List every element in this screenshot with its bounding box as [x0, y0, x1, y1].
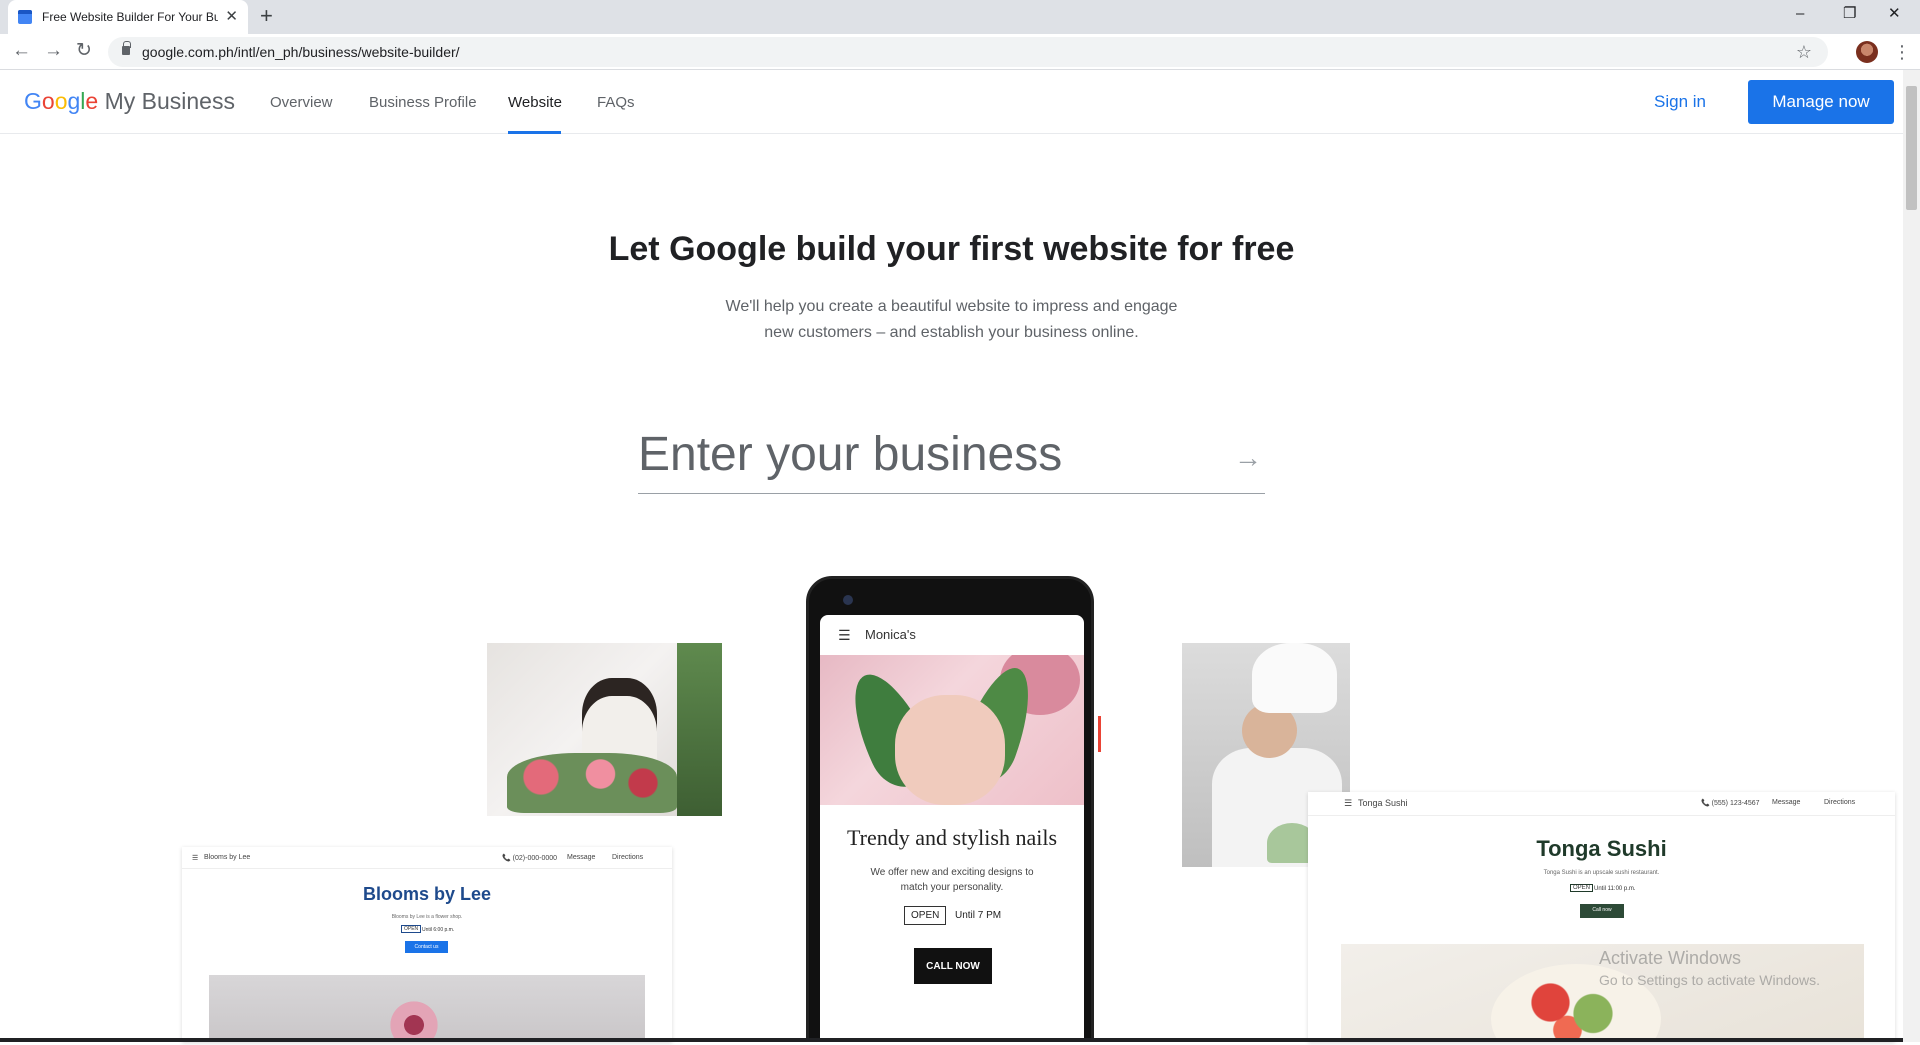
bookmark-star-icon[interactable]: ☆: [1796, 41, 1812, 63]
blooms-hours: Until 6:00 p.m.: [422, 927, 455, 933]
activate-windows-subtext: Go to Settings to activate Windows.: [1599, 972, 1820, 988]
nav-overview[interactable]: Overview: [270, 94, 333, 111]
mini-message: Message: [567, 854, 596, 861]
submit-arrow-icon[interactable]: →: [1234, 440, 1262, 476]
logo-letter: o: [41, 88, 55, 114]
phone-business-name: Monica's: [865, 627, 916, 642]
blooms-contact-button: Contact us: [405, 941, 448, 953]
logo-text: My Business: [104, 88, 235, 114]
tonga-call-button: Call now: [1580, 904, 1624, 918]
blooms-title: Blooms by Lee: [362, 884, 492, 904]
phone-camera: [843, 595, 853, 605]
phone-description: We offer new and exciting designs to mat…: [870, 867, 1034, 893]
tonga-description: Tonga Sushi is an upscale sushi restaura…: [1543, 870, 1660, 876]
phone-mockup: ☰ Monica's Trendy and stylish nails We o…: [806, 576, 1094, 1045]
mini-directions: Directions: [612, 854, 644, 861]
manage-now-button[interactable]: Manage now: [1748, 80, 1894, 124]
url-text[interactable]: google.com.ph/intl/en_ph/business/websit…: [142, 44, 460, 60]
sign-in-link[interactable]: Sign in: [1654, 92, 1706, 112]
phone-open-badge: OPEN: [904, 906, 947, 925]
address-bar[interactable]: google.com.ph/intl/en_ph/business/websit…: [108, 37, 1828, 67]
mini-directions: Directions: [1824, 799, 1856, 806]
tonga-sushi-website-preview: ☰ Tonga Sushi 📞 (555) 123-4567 Message D…: [1308, 792, 1895, 1042]
mini-site-nav: ☰ Blooms by Lee 📞 (02)-000-0000 Message …: [182, 847, 672, 869]
phone-call-now-button: CALL NOW: [914, 948, 992, 984]
blooms-flower-photo: [209, 975, 645, 1042]
mini-message: Message: [1772, 799, 1801, 806]
logo-letter: g: [67, 88, 81, 114]
phone-site-bar: ☰ Monica's: [820, 615, 1084, 655]
minimize-button[interactable]: –: [1796, 4, 1804, 24]
scrollbar-track[interactable]: [1903, 70, 1920, 1042]
phone-headline: Trendy and stylish nails: [846, 825, 1058, 850]
blooms-by-lee-website-preview: ☰ Blooms by Lee 📞 (02)-000-0000 Message …: [182, 847, 672, 1042]
mini-site-name: Tonga Sushi: [1358, 798, 1408, 808]
logo-letter: o: [54, 88, 68, 114]
site-header: Google My Business Overview Business Pro…: [0, 70, 1903, 134]
logo-letter: G: [24, 88, 42, 114]
mini-phone: 📞 (555) 123-4567: [1701, 800, 1760, 807]
tonga-open-badge: OPEN: [1570, 884, 1594, 892]
viewport-bottom-edge: [0, 1038, 1903, 1042]
hamburger-menu-icon: ☰: [838, 627, 851, 643]
hero-subtitle-line: new customers – and establish your busin…: [764, 324, 1139, 341]
mini-phone: 📞 (02)-000-0000: [502, 855, 558, 862]
scrollbar-thumb[interactable]: [1906, 86, 1917, 210]
tab-title: Free Website Builder For Your Bu: [42, 10, 218, 24]
reload-icon[interactable]: ↻: [76, 39, 92, 63]
profile-avatar[interactable]: [1856, 41, 1878, 63]
tonga-title: Tonga Sushi: [1536, 836, 1667, 861]
tonga-hours: Until 11:00 p.m.: [1594, 886, 1636, 892]
mini-menu-icon: ☰: [1344, 798, 1353, 808]
browser-tab[interactable]: Free Website Builder For Your Bu ✕: [8, 0, 248, 34]
active-tab-indicator: [508, 131, 561, 134]
activate-windows-watermark: Activate Windows: [1599, 948, 1742, 968]
nav-business-profile[interactable]: Business Profile: [369, 94, 477, 111]
tab-close-icon[interactable]: ✕: [225, 9, 238, 25]
hero-subtitle-line: We'll help you create a beautiful websit…: [725, 298, 1178, 315]
mini-site-nav: ☰ Tonga Sushi 📞 (555) 123-4567 Message D…: [1308, 792, 1895, 816]
browser-toolbar: ← → ↻ google.com.ph/intl/en_ph/business/…: [0, 34, 1920, 70]
blooms-description: Blooms by Lee is a flower shop.: [391, 914, 463, 920]
nav-website[interactable]: Website: [508, 94, 562, 111]
phone-hours: Until 7 PM: [955, 910, 1002, 921]
back-icon[interactable]: ←: [12, 39, 31, 63]
blooms-open-badge: OPEN: [401, 925, 422, 933]
window-close-button[interactable]: ✕: [1888, 4, 1901, 24]
mini-menu-icon: ☰: [192, 855, 199, 862]
browser-menu-icon[interactable]: ⋮: [1893, 41, 1911, 63]
hero-subtitle: We'll help you create a beautiful websit…: [0, 294, 1903, 346]
forward-icon[interactable]: →: [44, 39, 63, 63]
florist-photo: [487, 643, 722, 816]
business-name-input[interactable]: [638, 424, 1265, 494]
phone-accent-bar: [1098, 716, 1101, 752]
lock-icon[interactable]: [122, 41, 131, 55]
nails-photo: [820, 655, 1084, 805]
google-my-business-logo[interactable]: Google My Business: [24, 88, 235, 115]
phone-screen: ☰ Monica's Trendy and stylish nails We o…: [820, 615, 1084, 1045]
nav-faqs[interactable]: FAQs: [597, 94, 635, 111]
hero-title: Let Google build your first website for …: [608, 230, 1295, 268]
google-my-business-favicon-icon: [18, 10, 32, 24]
tab-strip: Free Website Builder For Your Bu ✕ + – ❐…: [0, 0, 1920, 34]
new-tab-button[interactable]: +: [260, 5, 273, 27]
mini-site-name: Blooms by Lee: [204, 854, 251, 861]
logo-letter: e: [85, 88, 99, 114]
restore-button[interactable]: ❐: [1843, 4, 1856, 24]
